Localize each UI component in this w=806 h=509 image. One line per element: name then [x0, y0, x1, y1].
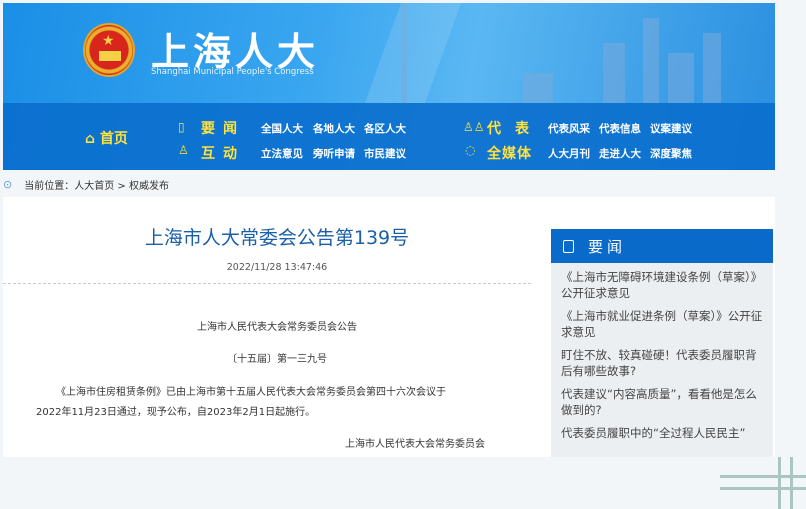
divider [3, 283, 531, 284]
breadcrumb-home[interactable]: 人大首页 [74, 181, 114, 192]
skyline-building [703, 33, 721, 103]
home-icon: ⌂ [85, 131, 100, 147]
article-body-line: 《上海市住房租赁条例》已由上海市第十五届人民代表大会常务委员会第四十六次会议于 [56, 387, 446, 398]
news-item[interactable]: 代表建议“内容高质量”，看看他是怎么做到的? [561, 386, 765, 418]
article-heading: 上海市人民代表大会常务委员会公告 [197, 322, 357, 333]
nav-category-news[interactable]: 要闻 [201, 118, 245, 138]
skyline-building [668, 53, 694, 103]
banner-decoration [364, 3, 462, 103]
decoration-line [720, 487, 806, 490]
news-item[interactable]: 《上海市无障碍环境建设条例（草案）》公开征求意见 [561, 269, 765, 301]
nav-link[interactable]: 代表信息 [599, 121, 641, 136]
people-icon: ♙ [178, 143, 189, 157]
nav-link[interactable]: 议案建议 [650, 121, 692, 136]
breadcrumb-separator: > [117, 180, 126, 192]
article-number: 〔十五届〕第一三九号 [227, 354, 327, 365]
article-title: 上海市人大常委会公告第139号 [144, 227, 410, 249]
news-item[interactable]: 代表委员履职中的“全过程人民民主” [561, 425, 765, 441]
nav-category-representatives[interactable]: 代表 [487, 118, 543, 138]
skyline-building [523, 73, 553, 103]
article-signature: 上海市人民代表大会常务委员会 [345, 439, 485, 450]
nav-link[interactable]: 代表风采 [548, 121, 590, 136]
document-icon: ▯ [178, 120, 185, 134]
site-logo-subtitle: Shanghai Municipal People's Congress [151, 67, 314, 77]
nav-link[interactable]: 各地人大 [313, 121, 355, 136]
nav-link[interactable]: 立法意见 [261, 146, 303, 161]
sidebar-news: 要闻 《上海市无障碍环境建设条例（草案）》公开征求意见 《上海市就业促进条例（草… [551, 229, 773, 457]
media-icon: ◌ [465, 143, 476, 157]
decoration-line [790, 457, 793, 509]
decoration-line [778, 457, 781, 509]
header-banner: ★ 上海人大 Shanghai Municipal People's Congr… [3, 3, 775, 170]
nav-link[interactable]: 人大月刊 [548, 146, 590, 161]
sidebar-header: 要闻 [551, 229, 773, 263]
skyline-tower [401, 3, 407, 103]
representatives-icon: ♙♙ [463, 120, 485, 134]
news-item[interactable]: 盯住不放、较真碰硬！代表委员履职背后有哪些故事? [561, 347, 765, 379]
skyline-building [603, 43, 625, 103]
nav-link[interactable]: 走进人大 [599, 146, 641, 161]
news-item[interactable]: 《上海市就业促进条例（草案）》公开征求意见 [561, 308, 765, 340]
document-icon [563, 239, 574, 253]
breadcrumb: ⊙ 当前位置：人大首页 > 权威发布 [3, 174, 169, 194]
skyline-building [643, 18, 659, 103]
breadcrumb-label: 当前位置： [24, 180, 75, 192]
location-pin-icon: ⊙ [3, 177, 13, 191]
nav-link[interactable]: 全国人大 [261, 121, 303, 136]
nav-link[interactable]: 深度聚焦 [650, 146, 692, 161]
main-nav: ⌂ 首页 ▯ 要闻 ♙ 互动 全国人大 各地人大 各区人大 立法意见 旁听申请 … [3, 103, 775, 170]
decoration-line [720, 475, 806, 478]
nav-link[interactable]: 各区人大 [364, 121, 406, 136]
nav-link[interactable]: 市民建议 [364, 146, 406, 161]
nav-category-media[interactable]: 全媒体 [487, 143, 532, 163]
national-emblem-logo[interactable]: ★ [83, 23, 135, 77]
nav-home[interactable]: ⌂ 首页 [85, 128, 128, 148]
article-body-line: 2022年11月23日通过，现予公布，自2023年2月1日起施行。 [36, 407, 316, 418]
article-date: 2022/11/28 13:47:46 [226, 262, 328, 273]
sidebar-title: 要闻 [588, 237, 627, 256]
nav-home-label: 首页 [99, 131, 128, 147]
breadcrumb-current[interactable]: 权威发布 [129, 181, 169, 192]
nav-category-interaction[interactable]: 互动 [201, 143, 245, 163]
nav-link[interactable]: 旁听申请 [313, 146, 355, 161]
